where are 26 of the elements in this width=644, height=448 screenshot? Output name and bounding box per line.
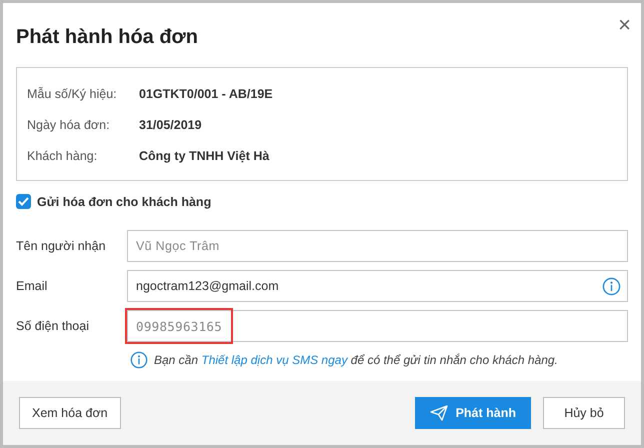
info-value: 01GTKT0/001 - AB/19E bbox=[139, 87, 273, 101]
checkbox[interactable] bbox=[16, 194, 31, 209]
text-field[interactable]: ngoctram123@gmail.com bbox=[127, 270, 628, 302]
input-field[interactable]: 09985963165 bbox=[136, 318, 621, 334]
paper-plane-icon bbox=[430, 405, 448, 421]
field-label: Email bbox=[16, 278, 48, 293]
info-label: Khách hàng: bbox=[27, 149, 98, 163]
cancel-button[interactable]: Hủy bỏ bbox=[543, 397, 625, 429]
text-field[interactable]: 09985963165 bbox=[127, 310, 628, 342]
input-field[interactable]: ngoctram123@gmail.com bbox=[136, 279, 602, 293]
info-icon bbox=[130, 351, 148, 369]
info-value: Công ty TNHH Việt Hà bbox=[139, 149, 270, 163]
dialog-title: Phát hành hóa đơn bbox=[16, 25, 198, 50]
input-field[interactable]: Vũ Ngọc Trâm bbox=[136, 239, 621, 253]
view-invoice-button[interactable]: Xem hóa đơn bbox=[19, 397, 121, 429]
publish-button[interactable]: Phát hành bbox=[414, 397, 531, 429]
text-field[interactable]: Vũ Ngọc Trâm bbox=[127, 230, 628, 262]
info-label: Ngày hóa đơn: bbox=[27, 118, 111, 132]
field-label: Số điện thoại bbox=[16, 318, 90, 333]
sms-note: Bạn cần Thiết lập dịch vụ SMS ngay để có thể gửi tin nhắn cho khách hàng. bbox=[154, 353, 558, 367]
close-icon[interactable]: × bbox=[618, 14, 631, 51]
checkbox-label: Gửi hóa đơn cho khách hàng bbox=[37, 194, 212, 208]
info-label: Mẫu số/Ký hiệu: bbox=[27, 87, 118, 101]
sms-setup-link[interactable]: Thiết lập dịch vụ SMS ngay bbox=[201, 353, 348, 367]
field-label: Tên người nhận bbox=[16, 238, 107, 253]
info-value: 31/05/2019 bbox=[139, 118, 202, 132]
